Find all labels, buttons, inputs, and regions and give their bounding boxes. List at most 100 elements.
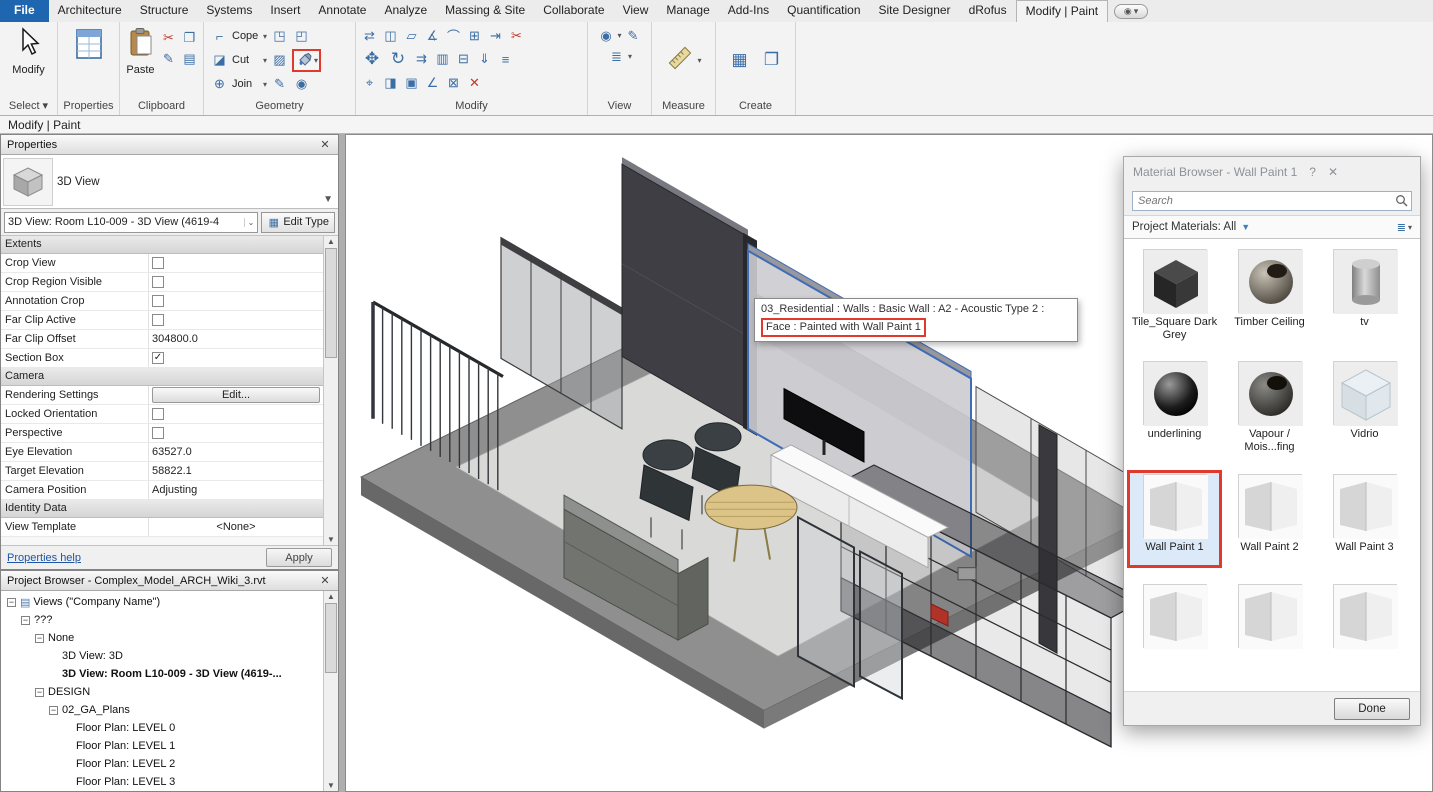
properties-help-link[interactable]: Properties help [7,552,81,564]
checkbox[interactable] [152,314,164,326]
tree-item-3d-view-3d[interactable]: 3D View: 3D [1,647,323,665]
checkbox[interactable]: ✓ [152,352,164,364]
scroll-down-icon[interactable]: ▼ [324,535,338,544]
measure-angle-icon[interactable]: ∠ [423,73,442,92]
tab-manage[interactable]: Manage [657,0,718,22]
edit-type-button[interactable]: ▦ Edit Type [261,212,335,233]
material-tv[interactable]: tv [1317,245,1412,345]
modify-tool-button[interactable]: Modify [4,24,53,96]
tree-item-item[interactable]: −??? [1,611,323,629]
expander-icon[interactable]: − [21,616,30,625]
paste-options-icon[interactable]: ▤ [180,49,199,68]
trim-icon[interactable]: ⊟ [454,50,473,69]
material-partial-9[interactable] [1127,580,1222,678]
scale-icon[interactable]: ▥ [433,50,452,69]
tree-item-3d-view-room-l10-009-3d-view-4619[interactable]: 3D View: Room L10-009 - 3D View (4619-..… [1,665,323,683]
tab-annotate[interactable]: Annotate [309,0,375,22]
checkbox[interactable] [152,295,164,307]
property-value[interactable]: Adjusting [149,481,323,499]
split-icon[interactable]: ✂ [507,26,526,45]
array-icon[interactable]: ⊞ [465,26,484,45]
join-button[interactable]: Join [232,78,260,90]
property-value[interactable] [149,311,323,329]
tree-item-floor-plan-level-1[interactable]: Floor Plan: LEVEL 1 [1,737,323,755]
material-partial-11[interactable] [1317,580,1412,678]
help-icon[interactable]: ? [1309,165,1316,179]
snap-icon[interactable]: ⌖ [360,73,379,92]
scroll-up-icon[interactable]: ▲ [324,237,338,246]
property-value[interactable]: <None> [149,518,323,536]
paste-button[interactable]: Paste [124,24,157,96]
arc-icon[interactable]: ⌒ [444,26,463,45]
scroll-up-icon[interactable]: ▲ [324,592,338,601]
material-underlining[interactable]: underlining [1127,357,1222,457]
tree-item-views-company-name[interactable]: −▤Views ("Company Name") [1,593,323,611]
hidden-lines-icon[interactable]: ✎ [624,26,643,45]
material-wall-paint-2[interactable]: Wall Paint 2 [1222,470,1317,568]
expander-icon[interactable]: − [7,598,16,607]
section-header-extents[interactable]: Extents [1,236,323,254]
properties-panel-footer[interactable]: Properties [58,98,119,115]
material-tile-square-dark-grey[interactable]: Tile_Square Dark Grey [1127,245,1222,345]
tree-item-design[interactable]: −DESIGN [1,683,323,701]
cope-button[interactable]: Cope [232,30,260,42]
property-value[interactable] [149,254,323,272]
properties-scrollbar[interactable]: ▲ ▼ [323,236,338,545]
graphic-display-icon[interactable]: ≣ [607,47,626,66]
property-value[interactable] [149,405,323,423]
tab-quantification[interactable]: Quantification [778,0,869,22]
copy-icon[interactable]: ⇉ [412,50,431,69]
create-group-icon[interactable]: ▦ [728,48,752,72]
tab-modify-paint[interactable]: Modify | Paint [1016,0,1108,22]
tab-architecture[interactable]: Architecture [49,0,131,22]
tab-drofus[interactable]: dRofus [960,0,1016,22]
box-select-icon[interactable]: ⊠ [444,73,463,92]
view-selector-combo[interactable]: 3D View: Room L10-009 - 3D View (4619-4 … [4,212,258,233]
property-value[interactable]: 58822.1 [149,462,323,480]
tab-structure[interactable]: Structure [131,0,198,22]
half-tone-icon[interactable]: ◨ [381,73,400,92]
expander-icon[interactable]: − [35,688,44,697]
tab-file[interactable]: File [0,0,49,22]
mirror-axis-icon[interactable]: ▱ [402,26,421,45]
create-similar-icon[interactable]: ❐ [760,48,784,72]
cut-button[interactable]: Cut [232,54,260,66]
measure-icon[interactable] [665,43,695,78]
property-value[interactable]: Edit... [149,386,323,404]
project-browser-title-bar[interactable]: Project Browser - Complex_Model_ARCH_Wik… [1,571,338,591]
offset-icon[interactable]: ◫ [381,26,400,45]
match-type-icon[interactable]: ✎ [159,49,178,68]
demolish-icon[interactable]: ▨ [270,51,289,70]
apply-button[interactable]: Apply [266,548,332,567]
tab-analyze[interactable]: Analyze [375,0,436,22]
tree-item-floor-plan-level-2[interactable]: Floor Plan: LEVEL 2 [1,755,323,773]
close-icon[interactable]: ✕ [1328,165,1338,179]
type-selector[interactable]: 3D View ▼ [1,155,338,209]
uncut-geometry-icon[interactable]: ◰ [292,27,311,46]
thin-lines-icon[interactable]: ◉ [596,26,615,45]
property-value[interactable] [149,424,323,442]
checkbox[interactable] [152,427,164,439]
tree-item-02-ga-plans[interactable]: −02_GA_Plans [1,701,323,719]
wall-joins-icon[interactable]: ◉ [292,75,311,94]
checkbox[interactable] [152,408,164,420]
browser-scrollbar[interactable]: ▲ ▼ [323,591,338,791]
pin-icon[interactable]: ⇓ [475,50,494,69]
material-timber-ceiling[interactable]: Timber Ceiling [1222,245,1317,345]
angle-icon[interactable]: ∡ [423,26,442,45]
chevron-down-icon[interactable]: ▾ [697,56,701,65]
material-wall-paint-1[interactable]: Wall Paint 1 [1127,470,1222,568]
property-value[interactable]: ✓ [149,349,323,367]
tab-insert[interactable]: Insert [261,0,309,22]
material-vidrio[interactable]: Vidrio [1317,357,1412,457]
extend-icon[interactable]: ⇥ [486,26,505,45]
tree-item-floor-plan-level-3[interactable]: Floor Plan: LEVEL 3 [1,773,323,791]
property-value[interactable]: 304800.0 [149,330,323,348]
tree-item-none[interactable]: −None [1,629,323,647]
section-header-camera[interactable]: Camera [1,368,323,386]
tab-massing-site[interactable]: Massing & Site [436,0,534,22]
material-browser-title-bar[interactable]: Material Browser - Wall Paint 1 ? ✕ [1124,157,1420,187]
material-partial-10[interactable] [1222,580,1317,678]
unpin-icon[interactable]: ≡ [496,50,515,69]
tree-item-floor-plan-level-0[interactable]: Floor Plan: LEVEL 0 [1,719,323,737]
